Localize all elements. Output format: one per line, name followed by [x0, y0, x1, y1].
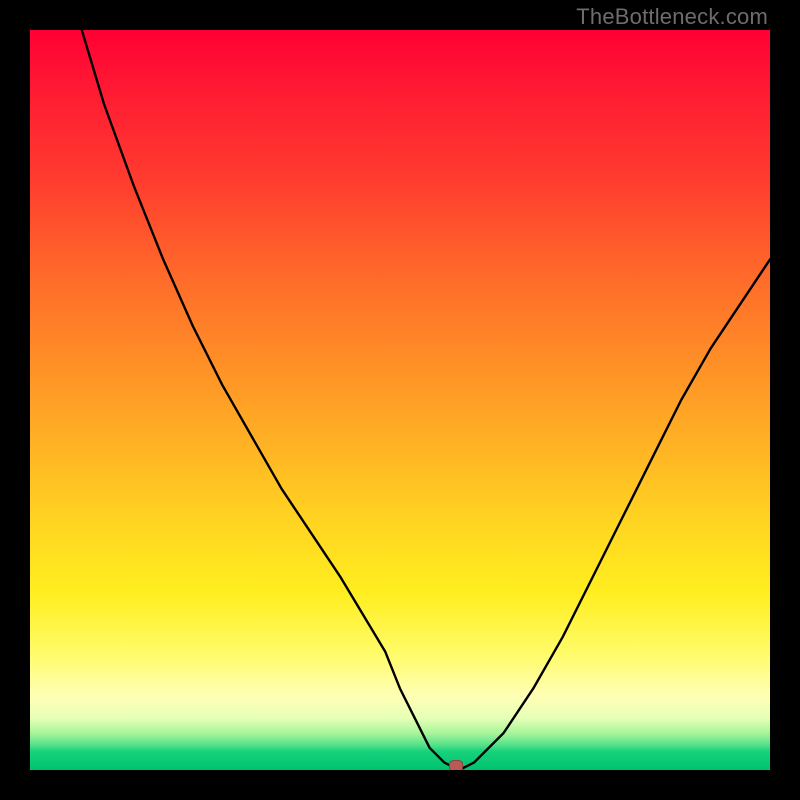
plot-area [30, 30, 770, 770]
optimum-marker [449, 760, 463, 770]
chart-frame: TheBottleneck.com [0, 0, 800, 800]
watermark-text: TheBottleneck.com [576, 4, 768, 30]
bottleneck-curve [30, 30, 770, 770]
